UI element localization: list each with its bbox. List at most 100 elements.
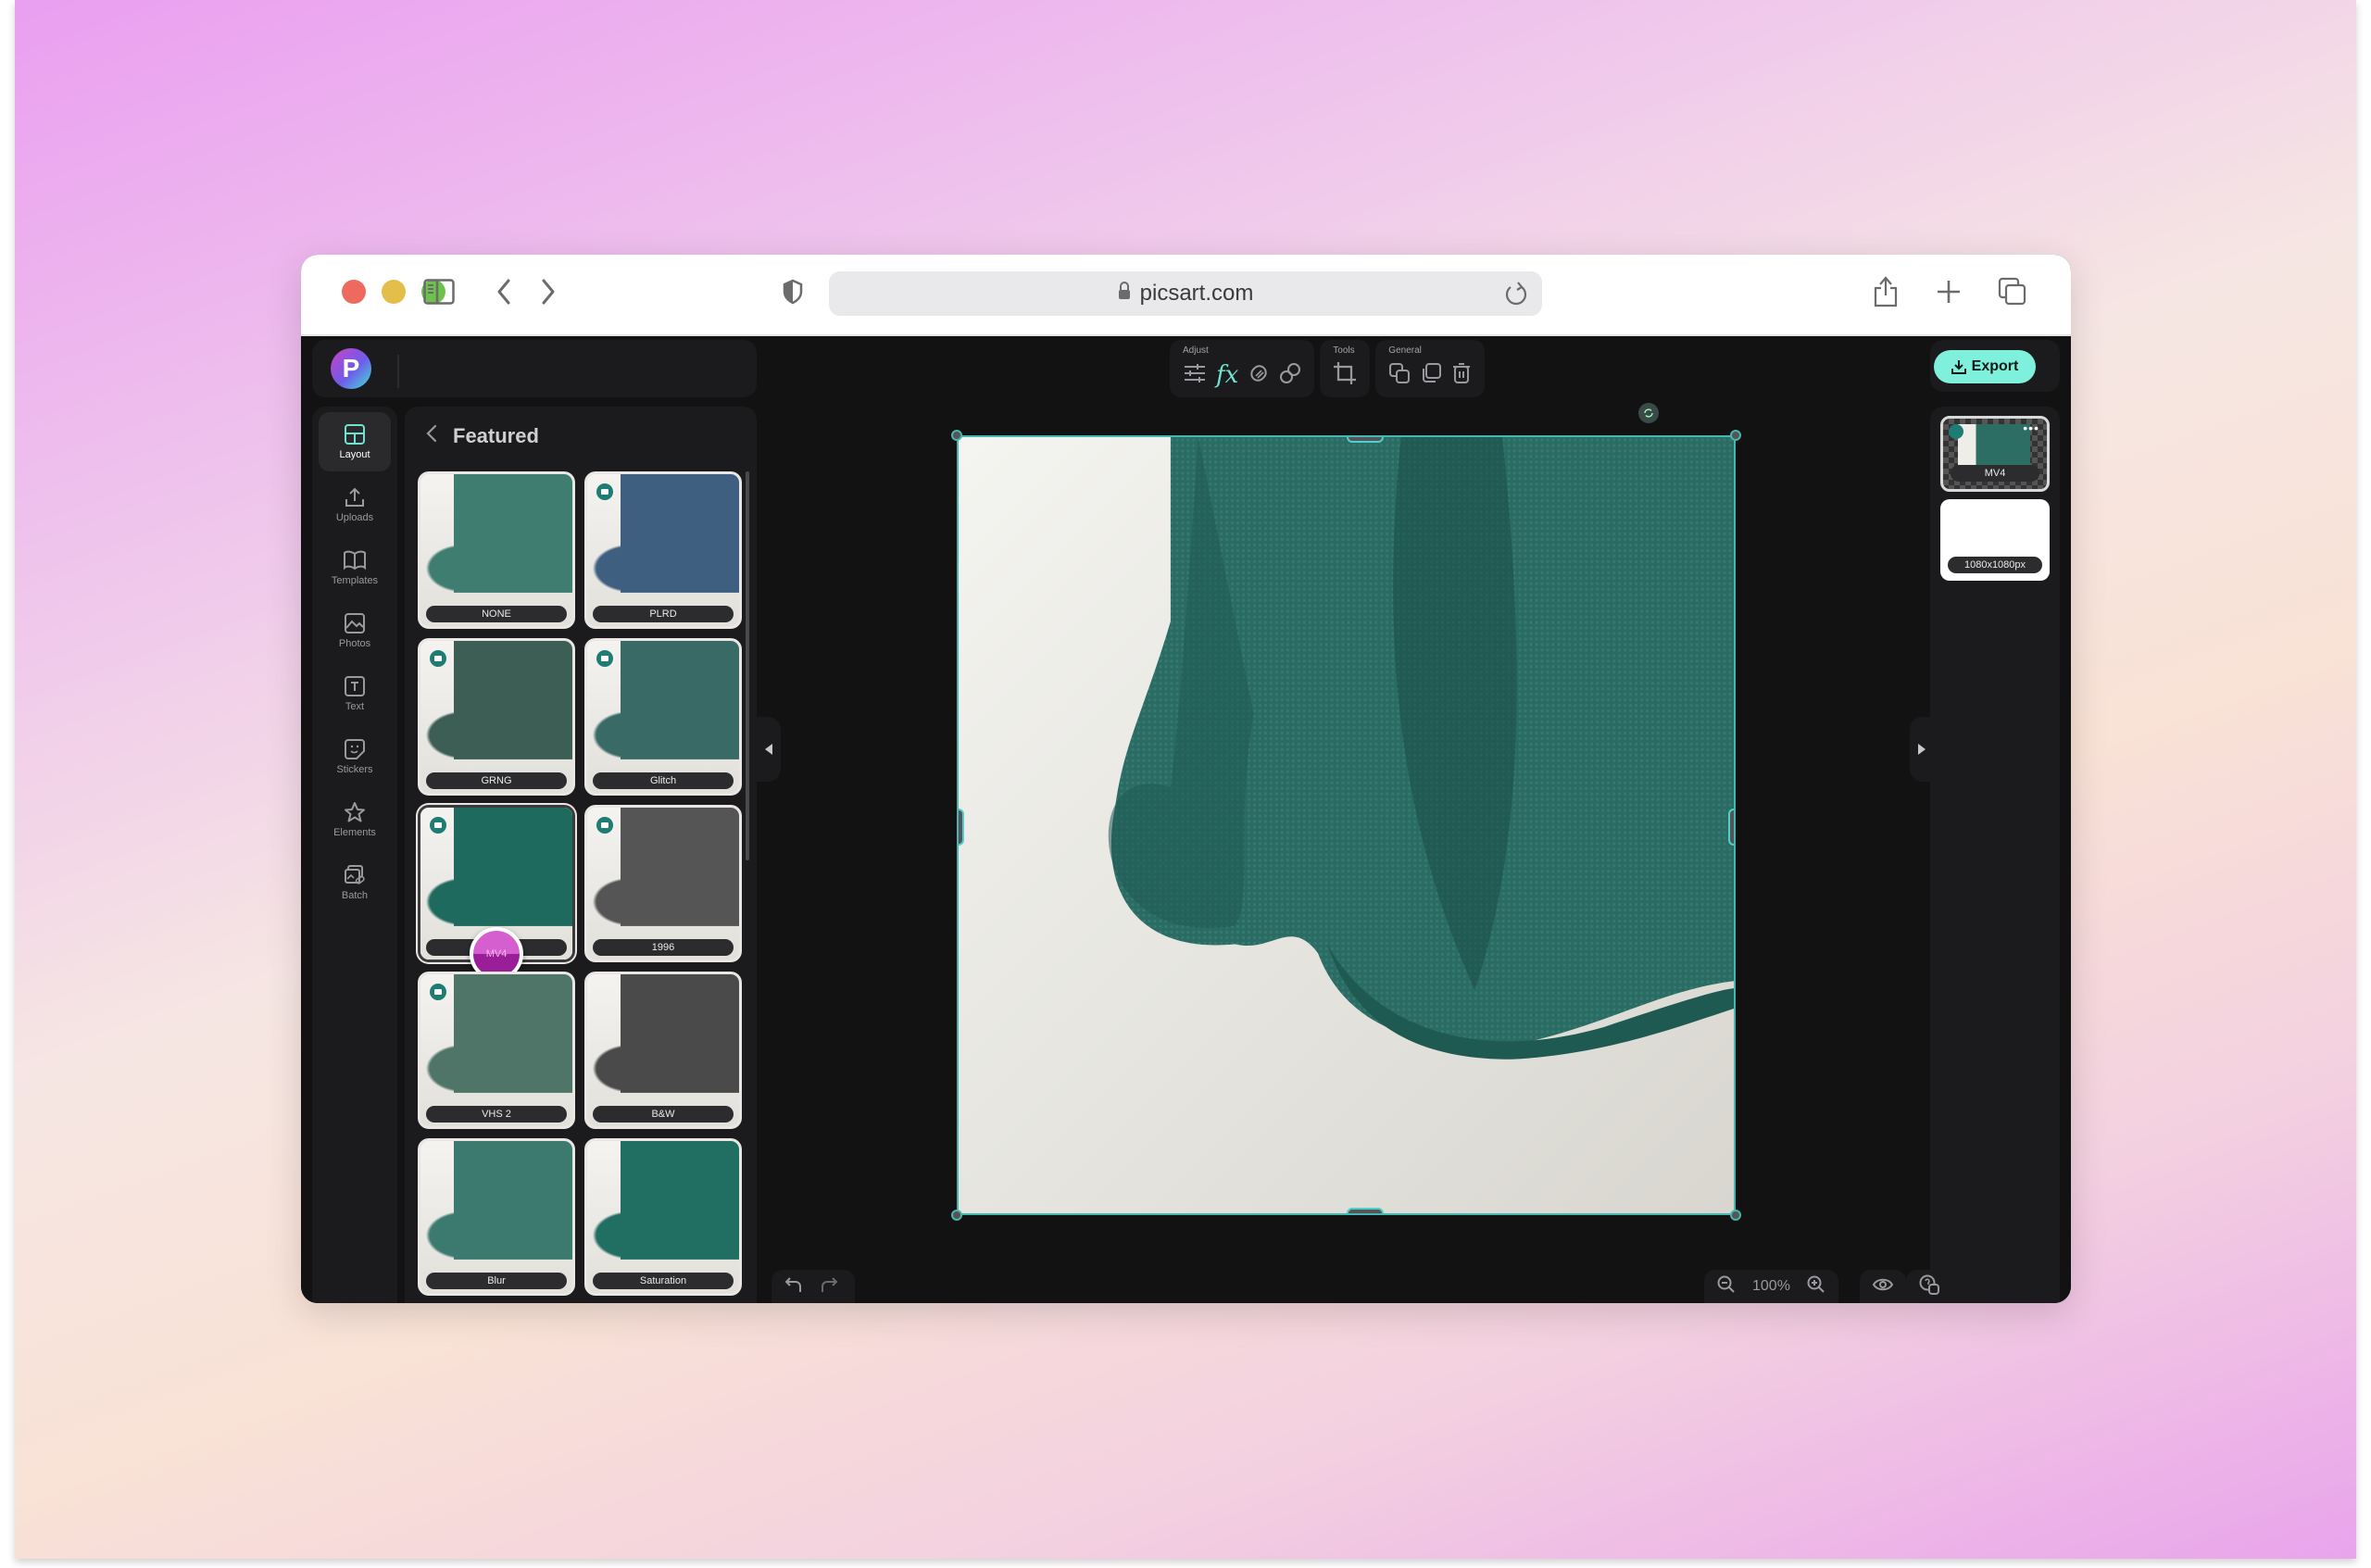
share-icon[interactable] [1872,273,1900,310]
duplicate-icon[interactable] [1420,362,1442,389]
filter-tile[interactable]: NONE [418,471,575,629]
rail-label: Elements [333,827,376,838]
filter-preview [587,1141,739,1293]
resize-handle-bottom[interactable] [1347,1208,1384,1213]
tool-rail: Layout Uploads Templates Photos Text Sti… [312,407,397,1303]
eraser-icon[interactable] [1248,362,1270,389]
new-tab-icon[interactable] [1936,273,1962,310]
filter-preview [587,974,739,1126]
rail-item-text[interactable]: Text [319,664,391,723]
filter-label: PLRD [593,606,734,622]
filter-label: 1996 [593,939,734,956]
blend-icon[interactable] [1279,362,1301,389]
rail-item-stickers[interactable]: Stickers [319,727,391,786]
back-chevron-icon[interactable] [425,423,438,449]
minimize-window-button[interactable] [382,280,406,304]
filter-tile[interactable]: GRNG [418,638,575,796]
filter-tile[interactable]: VHS 2 [418,972,575,1129]
address-bar[interactable]: picsart.com [829,271,1542,316]
rail-label: Photos [338,638,371,649]
rail-label: Uploads [335,512,374,523]
rail-item-templates[interactable]: Templates [319,538,391,597]
arrange-icon[interactable] [1388,362,1411,389]
panel-header: Featured [425,420,539,453]
back-icon[interactable] [496,273,512,310]
browser-window: picsart.com P Layout Uploads Templates P… [301,255,2071,1303]
rail-label: Text [345,701,365,712]
picsart-editor: P Layout Uploads Templates Photos Text S… [301,336,2071,1303]
delete-icon[interactable] [1451,362,1472,389]
canvas-image[interactable] [957,435,1736,1215]
filter-tile[interactable]: Saturation [584,1138,742,1296]
rail-label: Templates [331,575,379,586]
filter-label: GRNG [426,772,567,789]
filter-tile[interactable]: Glitch [584,638,742,796]
export-label: Export [1971,358,2019,374]
filters-panel: Featured NONEPLRDGRNGGlitchMV4MV41996VHS… [405,407,757,1303]
corner-handle-bottom-left[interactable] [951,1210,962,1221]
rail-item-elements[interactable]: Elements [319,790,391,849]
layout-icon [345,424,365,445]
page-thumbnail-blank[interactable]: 1080x1080px [1940,499,2050,581]
editor-toolbar: Adjust fx Tools General [1170,340,1486,397]
close-window-button[interactable] [342,280,366,304]
corner-handle-top-right[interactable] [1730,430,1741,441]
rail-item-layout[interactable]: Layout [319,412,391,471]
filter-tile[interactable]: 1996 [584,805,742,962]
tabs-overview-icon[interactable] [1998,273,2027,310]
corner-handle-top-left[interactable] [951,430,962,441]
crop-icon[interactable] [1333,361,1357,390]
sticker-icon [345,739,365,759]
rail-label: Layout [339,449,370,460]
fx-icon[interactable]: fx [1216,361,1238,389]
resize-handle-top[interactable] [1347,437,1384,443]
redo-icon[interactable] [820,1276,838,1298]
star-icon [345,802,365,822]
filter-preview [420,1141,572,1293]
rail-item-uploads[interactable]: Uploads [319,475,391,534]
collapse-left-panel-button[interactable] [757,717,781,782]
page-label: MV4 [1951,465,2039,482]
panel-scrollbar[interactable] [746,471,749,860]
premium-crown-icon [430,984,446,1000]
history-controls [772,1270,855,1303]
zoom-level[interactable]: 100% [1752,1278,1790,1295]
undo-icon[interactable] [784,1276,803,1298]
page-thumbnail-mv4[interactable]: ••• MV4 [1940,416,2050,492]
page-size-label: 1080x1080px [1948,557,2042,573]
filter-tile[interactable]: Blur [418,1138,575,1296]
premium-crown-icon [596,650,613,667]
sweater-photo [959,437,1734,1213]
more-options-icon[interactable]: ••• [2023,420,2039,435]
export-button[interactable]: Export [1934,350,2036,383]
help-icon[interactable] [1919,1274,1939,1299]
resize-handle-right[interactable] [1728,809,1734,846]
header-divider [397,355,399,388]
rail-item-batch[interactable]: Batch [319,853,391,912]
forward-icon[interactable] [540,273,557,310]
corner-handle-bottom-right[interactable] [1730,1210,1741,1221]
batch-icon [345,865,365,884]
filter-tile[interactable]: B&W [584,972,742,1129]
picsart-logo[interactable]: P [331,348,371,389]
general-group: General [1375,340,1486,397]
page-preview [1958,424,2030,470]
zoom-out-icon[interactable] [1717,1275,1736,1298]
eye-icon[interactable] [1872,1277,1894,1297]
premium-crown-icon [430,817,446,834]
lock-icon [1118,281,1131,307]
privacy-shield-icon[interactable] [783,273,803,310]
resize-handle-left[interactable] [959,809,964,846]
sidebar-toggle-icon[interactable] [423,273,455,310]
premium-crown-icon [430,650,446,667]
reload-icon[interactable] [1503,280,1529,314]
zoom-in-icon[interactable] [1807,1275,1825,1298]
help-control [1906,1270,1952,1303]
filter-tile[interactable]: PLRD [584,471,742,629]
group-label: Adjust [1183,345,1209,356]
rotate-handle-icon[interactable] [1638,403,1659,423]
group-label: General [1388,345,1422,356]
adjust-sliders-icon[interactable] [1183,362,1207,389]
rail-item-photos[interactable]: Photos [319,601,391,660]
adjust-group: Adjust fx [1170,340,1315,397]
